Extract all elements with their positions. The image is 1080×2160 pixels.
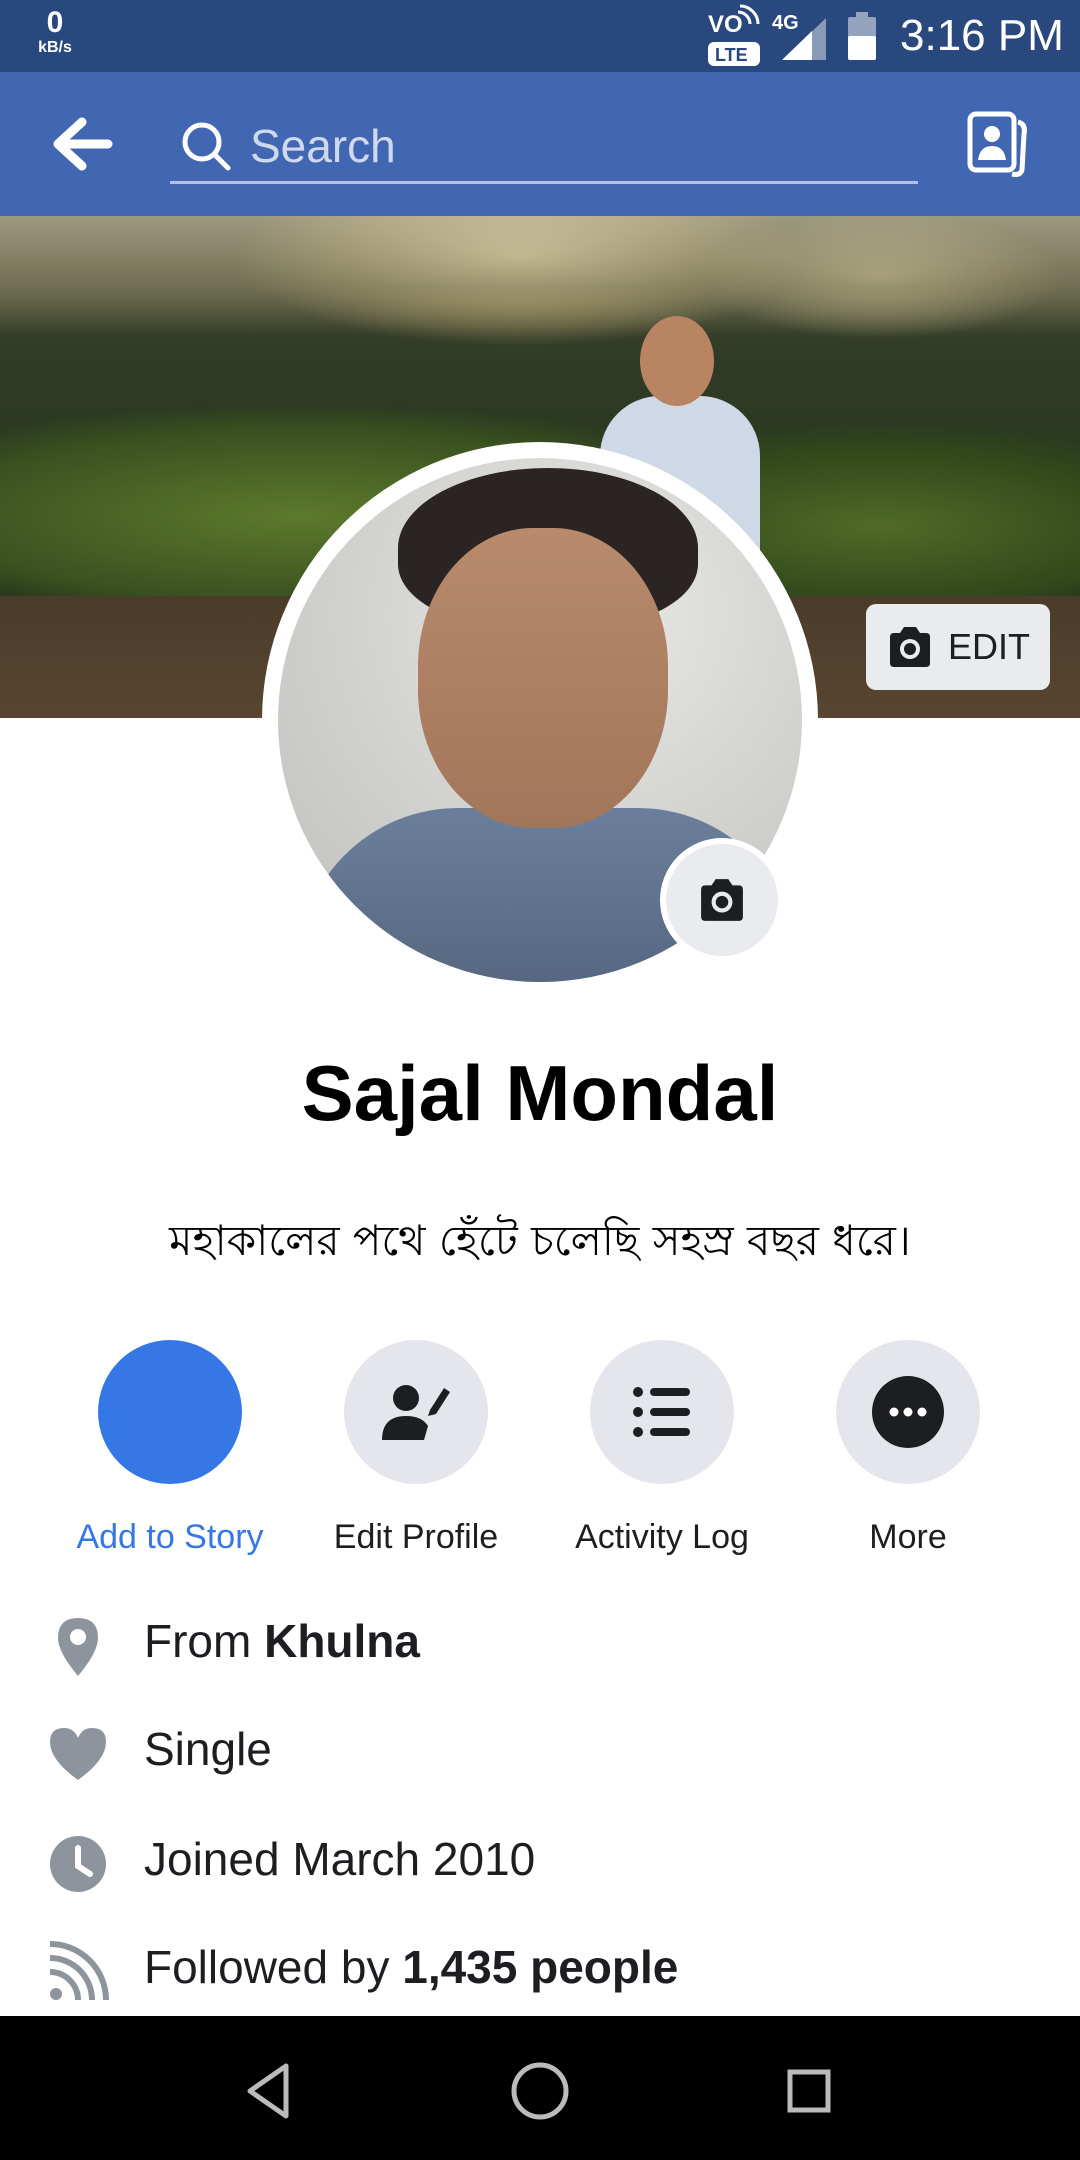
heart-icon <box>50 1728 106 1780</box>
camera-icon <box>701 879 743 921</box>
edit-cover-button[interactable]: EDIT <box>866 604 1050 690</box>
add-to-story-label: Add to Story <box>76 1518 264 1556</box>
signal-icon <box>782 18 826 60</box>
network-speed: 0 kB/s <box>30 8 80 56</box>
hometown-text: From Khulna <box>144 1614 420 1668</box>
volte-icon: VO LTE <box>708 4 760 66</box>
followers-text[interactable]: Followed by 1,435 people <box>144 1940 678 1994</box>
avatar-face <box>418 528 668 828</box>
info-followers: Followed by 1,435 people <box>0 1930 1080 2010</box>
location-pin-icon <box>58 1618 98 1676</box>
activity-log-button[interactable]: Activity Log <box>542 1340 782 1560</box>
edit-profile-label: Edit Profile <box>333 1518 499 1556</box>
add-to-story-button[interactable]: Add to Story <box>50 1340 290 1560</box>
back-button[interactable] <box>52 114 116 174</box>
add-to-story-circle <box>98 1340 242 1484</box>
more-button[interactable]: More <box>788 1340 1028 1560</box>
edit-profile-button[interactable]: Edit Profile <box>296 1340 536 1560</box>
followers-prefix: Followed by <box>144 1941 403 1993</box>
back-arrow-icon <box>53 117 113 171</box>
more-circle <box>836 1340 980 1484</box>
cover-person-head <box>640 316 714 406</box>
nav-back-icon[interactable] <box>236 2056 306 2126</box>
activity-log-label: Activity Log <box>575 1518 749 1556</box>
volte-top-text: VO <box>708 11 743 38</box>
search-icon <box>182 122 231 171</box>
hometown-value[interactable]: Khulna <box>264 1615 420 1667</box>
change-profile-picture-button[interactable] <box>660 838 784 962</box>
contacts-icon <box>967 111 1027 177</box>
network-speed-value: 0 <box>46 6 64 39</box>
volte-bottom-text: LTE <box>715 45 748 65</box>
system-nav-bar <box>0 2016 1080 2160</box>
cover-building <box>0 216 1080 336</box>
contacts-button[interactable] <box>966 110 1030 178</box>
profile-name: Sajal Mondal <box>301 1049 779 1137</box>
more-dots-icon <box>872 1376 944 1448</box>
status-bar: 0 kB/s VO LTE 4G 3:16 PM <box>0 0 1080 72</box>
search-input[interactable] <box>250 116 890 176</box>
battery-icon <box>848 12 876 60</box>
activity-log-circle <box>590 1340 734 1484</box>
nav-home-icon[interactable] <box>505 2056 575 2126</box>
network-speed-unit: kB/s <box>38 39 72 56</box>
relationship-text: Single <box>144 1723 272 1775</box>
edit-profile-icon <box>382 1385 450 1440</box>
profile-actions: Add to Story Edit Profile Activity Log M… <box>0 1340 1080 1560</box>
list-icon <box>633 1387 690 1437</box>
joined-text: Joined March 2010 <box>144 1833 536 1885</box>
edit-cover-label: EDIT <box>947 626 1030 667</box>
more-label: More <box>869 1518 947 1556</box>
info-joined: Joined March 2010 <box>0 1822 1080 1902</box>
clock-icon <box>50 1836 106 1892</box>
hometown-prefix: From <box>144 1615 265 1667</box>
status-time: 3:16 PM <box>900 11 1064 60</box>
search-bar[interactable] <box>170 112 918 184</box>
rss-feed-icon <box>49 1941 109 2001</box>
camera-icon <box>889 627 930 667</box>
nav-recents-icon[interactable] <box>774 2056 844 2126</box>
app-header <box>0 72 1080 216</box>
profile-bio: মহাকালের পথে হেঁটে চলেছি সহস্র বছর ধরে। <box>169 1216 911 1265</box>
info-relationship: Single <box>0 1712 1080 1792</box>
followers-value: 1,435 people <box>402 1941 679 1993</box>
edit-profile-circle <box>344 1340 488 1484</box>
info-hometown: From Khulna <box>0 1604 1080 1684</box>
